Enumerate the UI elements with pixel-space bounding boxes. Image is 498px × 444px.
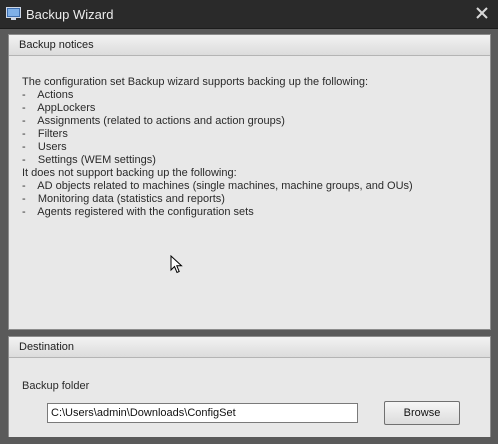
notice-line: - Settings (WEM settings) — [22, 154, 156, 166]
destination-group: Destination Backup folder Browse — [8, 336, 491, 444]
notice-line: - Users — [22, 141, 67, 153]
notice-line: - AD objects related to machines (single… — [22, 180, 413, 192]
browse-button[interactable]: Browse — [384, 401, 460, 425]
mouse-cursor-icon — [170, 255, 183, 274]
notice-line: - Actions — [22, 89, 74, 101]
close-icon[interactable] — [475, 6, 489, 20]
title-bar[interactable]: Backup Wizard — [0, 0, 498, 29]
backup-folder-label: Backup folder — [22, 380, 90, 392]
backup-notices-group: Backup notices The configuration set Bac… — [8, 34, 491, 330]
notice-line: - Agents registered with the configurati… — [22, 206, 254, 218]
destination-header: Destination — [9, 337, 490, 358]
notice-line: It does not support backing up the follo… — [22, 167, 237, 179]
window-title: Backup Wizard — [26, 7, 114, 22]
notice-line: - Filters — [22, 128, 68, 140]
notice-line: - Monitoring data (statistics and report… — [22, 193, 225, 205]
backup-notices-header: Backup notices — [9, 35, 490, 56]
window-bottom-edge — [0, 437, 498, 444]
notice-line: The configuration set Backup wizard supp… — [22, 76, 369, 88]
wizard-window: Backup notices The configuration set Bac… — [0, 29, 498, 444]
monitor-icon — [6, 7, 21, 20]
backup-folder-input[interactable] — [47, 403, 358, 423]
notice-line: - AppLockers — [22, 102, 96, 114]
notice-line: - Assignments (related to actions and ac… — [22, 115, 285, 127]
backup-notices-text: The configuration set Backup wizard supp… — [9, 56, 490, 219]
